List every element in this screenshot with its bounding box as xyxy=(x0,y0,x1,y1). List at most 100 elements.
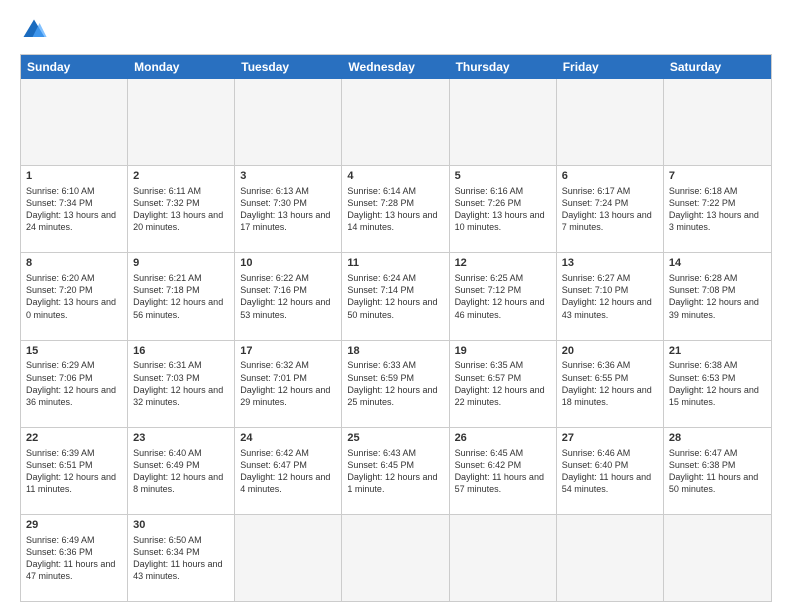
daylight-text: Daylight: 12 hours and 29 minutes. xyxy=(240,384,336,408)
calendar-cell: 14Sunrise: 6:28 AMSunset: 7:08 PMDayligh… xyxy=(664,253,771,339)
daylight-text: Daylight: 12 hours and 36 minutes. xyxy=(26,384,122,408)
sunrise-text: Sunrise: 6:45 AM xyxy=(455,447,551,459)
sunrise-text: Sunrise: 6:17 AM xyxy=(562,185,658,197)
sunrise-text: Sunrise: 6:40 AM xyxy=(133,447,229,459)
header-day-friday: Friday xyxy=(557,55,664,79)
day-number: 5 xyxy=(455,169,551,184)
header-day-wednesday: Wednesday xyxy=(342,55,449,79)
sunrise-text: Sunrise: 6:49 AM xyxy=(26,534,122,546)
day-number: 17 xyxy=(240,344,336,359)
day-number: 14 xyxy=(669,256,766,271)
calendar-header: SundayMondayTuesdayWednesdayThursdayFrid… xyxy=(21,55,771,79)
calendar-cell: 29Sunrise: 6:49 AMSunset: 6:36 PMDayligh… xyxy=(21,515,128,601)
sunrise-text: Sunrise: 6:24 AM xyxy=(347,272,443,284)
sunset-text: Sunset: 7:14 PM xyxy=(347,284,443,296)
calendar-cell: 18Sunrise: 6:33 AMSunset: 6:59 PMDayligh… xyxy=(342,341,449,427)
sunrise-text: Sunrise: 6:22 AM xyxy=(240,272,336,284)
sunset-text: Sunset: 7:30 PM xyxy=(240,197,336,209)
day-number: 23 xyxy=(133,431,229,446)
header-day-saturday: Saturday xyxy=(664,55,771,79)
day-number: 10 xyxy=(240,256,336,271)
day-number: 12 xyxy=(455,256,551,271)
logo-icon xyxy=(20,16,48,44)
sunset-text: Sunset: 7:34 PM xyxy=(26,197,122,209)
sunset-text: Sunset: 6:38 PM xyxy=(669,459,766,471)
day-number: 26 xyxy=(455,431,551,446)
header-day-monday: Monday xyxy=(128,55,235,79)
calendar-cell: 3Sunrise: 6:13 AMSunset: 7:30 PMDaylight… xyxy=(235,166,342,252)
sunset-text: Sunset: 7:24 PM xyxy=(562,197,658,209)
calendar-row-3: 15Sunrise: 6:29 AMSunset: 7:06 PMDayligh… xyxy=(21,340,771,427)
calendar-cell xyxy=(664,515,771,601)
day-number: 18 xyxy=(347,344,443,359)
daylight-text: Daylight: 11 hours and 57 minutes. xyxy=(455,471,551,495)
day-number: 22 xyxy=(26,431,122,446)
calendar-cell xyxy=(128,79,235,165)
calendar-cell xyxy=(235,79,342,165)
sunrise-text: Sunrise: 6:29 AM xyxy=(26,359,122,371)
sunset-text: Sunset: 6:59 PM xyxy=(347,372,443,384)
sunrise-text: Sunrise: 6:28 AM xyxy=(669,272,766,284)
sunrise-text: Sunrise: 6:11 AM xyxy=(133,185,229,197)
day-number: 29 xyxy=(26,518,122,533)
daylight-text: Daylight: 12 hours and 4 minutes. xyxy=(240,471,336,495)
calendar-row-4: 22Sunrise: 6:39 AMSunset: 6:51 PMDayligh… xyxy=(21,427,771,514)
day-number: 16 xyxy=(133,344,229,359)
sunrise-text: Sunrise: 6:43 AM xyxy=(347,447,443,459)
daylight-text: Daylight: 12 hours and 11 minutes. xyxy=(26,471,122,495)
sunset-text: Sunset: 6:55 PM xyxy=(562,372,658,384)
sunrise-text: Sunrise: 6:35 AM xyxy=(455,359,551,371)
sunrise-text: Sunrise: 6:27 AM xyxy=(562,272,658,284)
calendar-cell: 10Sunrise: 6:22 AMSunset: 7:16 PMDayligh… xyxy=(235,253,342,339)
daylight-text: Daylight: 11 hours and 50 minutes. xyxy=(669,471,766,495)
daylight-text: Daylight: 11 hours and 47 minutes. xyxy=(26,558,122,582)
day-number: 1 xyxy=(26,169,122,184)
calendar-cell: 27Sunrise: 6:46 AMSunset: 6:40 PMDayligh… xyxy=(557,428,664,514)
day-number: 15 xyxy=(26,344,122,359)
calendar-cell: 9Sunrise: 6:21 AMSunset: 7:18 PMDaylight… xyxy=(128,253,235,339)
sunrise-text: Sunrise: 6:20 AM xyxy=(26,272,122,284)
calendar-row-0 xyxy=(21,79,771,165)
calendar-cell: 16Sunrise: 6:31 AMSunset: 7:03 PMDayligh… xyxy=(128,341,235,427)
daylight-text: Daylight: 13 hours and 7 minutes. xyxy=(562,209,658,233)
daylight-text: Daylight: 12 hours and 56 minutes. xyxy=(133,296,229,320)
day-number: 4 xyxy=(347,169,443,184)
sunset-text: Sunset: 7:32 PM xyxy=(133,197,229,209)
sunrise-text: Sunrise: 6:14 AM xyxy=(347,185,443,197)
day-number: 25 xyxy=(347,431,443,446)
calendar-cell: 25Sunrise: 6:43 AMSunset: 6:45 PMDayligh… xyxy=(342,428,449,514)
calendar-cell: 2Sunrise: 6:11 AMSunset: 7:32 PMDaylight… xyxy=(128,166,235,252)
calendar-cell xyxy=(235,515,342,601)
calendar-cell: 19Sunrise: 6:35 AMSunset: 6:57 PMDayligh… xyxy=(450,341,557,427)
page: SundayMondayTuesdayWednesdayThursdayFrid… xyxy=(0,0,792,612)
sunset-text: Sunset: 7:12 PM xyxy=(455,284,551,296)
day-number: 3 xyxy=(240,169,336,184)
calendar-cell: 30Sunrise: 6:50 AMSunset: 6:34 PMDayligh… xyxy=(128,515,235,601)
calendar-cell: 12Sunrise: 6:25 AMSunset: 7:12 PMDayligh… xyxy=(450,253,557,339)
sunrise-text: Sunrise: 6:13 AM xyxy=(240,185,336,197)
sunset-text: Sunset: 7:20 PM xyxy=(26,284,122,296)
header-day-tuesday: Tuesday xyxy=(235,55,342,79)
calendar-cell: 11Sunrise: 6:24 AMSunset: 7:14 PMDayligh… xyxy=(342,253,449,339)
sunrise-text: Sunrise: 6:16 AM xyxy=(455,185,551,197)
calendar-row-2: 8Sunrise: 6:20 AMSunset: 7:20 PMDaylight… xyxy=(21,252,771,339)
day-number: 6 xyxy=(562,169,658,184)
sunset-text: Sunset: 7:22 PM xyxy=(669,197,766,209)
daylight-text: Daylight: 11 hours and 54 minutes. xyxy=(562,471,658,495)
sunset-text: Sunset: 7:06 PM xyxy=(26,372,122,384)
daylight-text: Daylight: 12 hours and 46 minutes. xyxy=(455,296,551,320)
sunrise-text: Sunrise: 6:47 AM xyxy=(669,447,766,459)
sunset-text: Sunset: 7:01 PM xyxy=(240,372,336,384)
sunrise-text: Sunrise: 6:10 AM xyxy=(26,185,122,197)
calendar-cell xyxy=(342,515,449,601)
sunset-text: Sunset: 6:57 PM xyxy=(455,372,551,384)
sunrise-text: Sunrise: 6:36 AM xyxy=(562,359,658,371)
calendar-cell xyxy=(664,79,771,165)
calendar-cell: 20Sunrise: 6:36 AMSunset: 6:55 PMDayligh… xyxy=(557,341,664,427)
day-number: 24 xyxy=(240,431,336,446)
calendar-cell: 23Sunrise: 6:40 AMSunset: 6:49 PMDayligh… xyxy=(128,428,235,514)
day-number: 19 xyxy=(455,344,551,359)
daylight-text: Daylight: 12 hours and 15 minutes. xyxy=(669,384,766,408)
sunset-text: Sunset: 7:10 PM xyxy=(562,284,658,296)
daylight-text: Daylight: 12 hours and 43 minutes. xyxy=(562,296,658,320)
